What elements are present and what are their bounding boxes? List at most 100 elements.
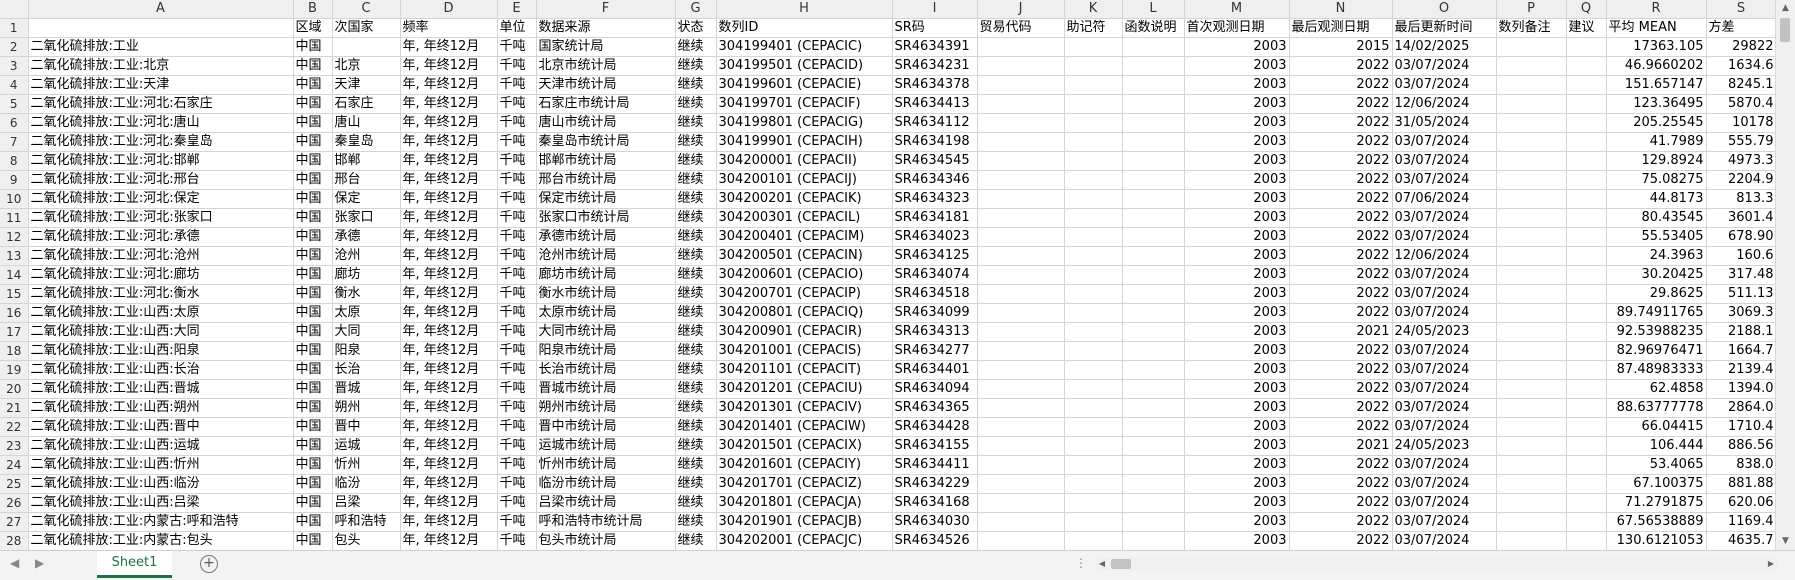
cell-q[interactable] [1566, 170, 1607, 190]
column-header-h[interactable]: H [716, 0, 893, 19]
cell-n[interactable]: 2022 [1289, 208, 1393, 228]
cell-i[interactable]: SR4634112 [892, 113, 978, 133]
cell-d[interactable]: 年, 年终12月 [400, 379, 498, 399]
cell-s[interactable]: 29822 [1706, 37, 1777, 57]
cell-d[interactable]: 年, 年终12月 [400, 56, 498, 76]
cell-c[interactable]: 保定 [332, 189, 401, 209]
cell-q[interactable] [1566, 398, 1607, 418]
cell-h[interactable]: 304200601 (CEPACIO) [716, 265, 893, 285]
cell-f[interactable]: 朔州市统计局 [536, 398, 676, 418]
cell-l[interactable] [1122, 398, 1185, 418]
row-number[interactable]: 17 [0, 322, 29, 342]
scroll-up-arrow-icon[interactable]: ▲ [1776, 0, 1795, 17]
vertical-scrollbar[interactable]: ▲ ▼ [1775, 0, 1795, 550]
cell-c[interactable]: 晋城 [332, 379, 401, 399]
cell-b[interactable]: 中国 [293, 322, 333, 342]
cell-e[interactable]: 千吨 [497, 474, 537, 494]
cell-a[interactable]: 二氧化硫排放:工业 [28, 37, 294, 57]
cell-b[interactable]: 中国 [293, 94, 333, 114]
cell-g[interactable]: 继续 [675, 303, 717, 323]
cell-p[interactable] [1496, 246, 1567, 266]
cell-h[interactable]: 304201301 (CEPACIV) [716, 398, 893, 418]
cell-c[interactable]: 唐山 [332, 113, 401, 133]
cell-f[interactable]: 晋中市统计局 [536, 417, 676, 437]
cell-m[interactable]: 2003 [1184, 170, 1290, 190]
cell-f[interactable]: 长治市统计局 [536, 360, 676, 380]
cell-c[interactable]: 阳泉 [332, 341, 401, 361]
column-header-p[interactable]: P [1496, 0, 1567, 19]
cell-r[interactable]: 29.8625 [1606, 284, 1707, 304]
column-header-i[interactable]: I [892, 0, 978, 19]
row-number[interactable]: 18 [0, 341, 29, 361]
cell-b[interactable]: 中国 [293, 512, 333, 532]
column-header-n[interactable]: N [1289, 0, 1393, 19]
cell-l[interactable] [1122, 37, 1185, 57]
column-header-o[interactable]: O [1392, 0, 1497, 19]
cell-m[interactable]: 2003 [1184, 284, 1290, 304]
cell-f[interactable]: 天津市统计局 [536, 75, 676, 95]
cell-f[interactable]: 呼和浩特市统计局 [536, 512, 676, 532]
cell-a[interactable]: 二氧化硫排放:工业:河北:张家口 [28, 208, 294, 228]
row-number[interactable]: 24 [0, 455, 29, 475]
column-header-m[interactable]: M [1184, 0, 1290, 19]
cell-j[interactable] [977, 341, 1065, 361]
cell-q[interactable] [1566, 455, 1607, 475]
cell-s[interactable]: 10178 [1706, 113, 1777, 133]
cell-q[interactable] [1566, 94, 1607, 114]
cell-o[interactable]: 12/06/2024 [1392, 94, 1497, 114]
cell-f[interactable]: 国家统计局 [536, 37, 676, 57]
cell-l[interactable] [1122, 303, 1185, 323]
cell-p[interactable] [1496, 512, 1567, 532]
cell-o[interactable]: 24/05/2023 [1392, 436, 1497, 456]
row-number[interactable]: 10 [0, 189, 29, 209]
cell-e[interactable]: 千吨 [497, 512, 537, 532]
cell-l[interactable] [1122, 75, 1185, 95]
cell-i[interactable]: SR4634198 [892, 132, 978, 152]
cell-g[interactable]: 继续 [675, 75, 717, 95]
cell-i[interactable]: SR4634428 [892, 417, 978, 437]
cell-k[interactable] [1064, 341, 1123, 361]
cell-s[interactable]: 5870.4 [1706, 94, 1777, 114]
cell-r[interactable]: 205.25545 [1606, 113, 1707, 133]
spreadsheet-grid[interactable]: ABCDEFGHIJKLMNOPQRS 1 区域 次国家 频率 单位 数据来源 状态 数列ID… [0, 0, 1795, 550]
cell-e[interactable]: 千吨 [497, 208, 537, 228]
cell-n[interactable]: 2022 [1289, 170, 1393, 190]
cell-g[interactable]: 继续 [675, 455, 717, 475]
cell-g[interactable]: 继续 [675, 360, 717, 380]
cell-j[interactable] [977, 398, 1065, 418]
cell-a[interactable]: 二氧化硫排放:工业:内蒙古:呼和浩特 [28, 512, 294, 532]
cell-m[interactable]: 2003 [1184, 322, 1290, 342]
cell-f[interactable]: 承德市统计局 [536, 227, 676, 247]
cell-i[interactable]: SR4634365 [892, 398, 978, 418]
cell-s[interactable]: 160.6 [1706, 246, 1777, 266]
cell-o[interactable]: 03/07/2024 [1392, 493, 1497, 513]
cell-k[interactable] [1064, 436, 1123, 456]
cell-q[interactable] [1566, 37, 1607, 57]
cell-c[interactable]: 北京 [332, 56, 401, 76]
row-number[interactable]: 4 [0, 75, 29, 95]
cell-s[interactable]: 1664.7 [1706, 341, 1777, 361]
cell-e[interactable]: 千吨 [497, 113, 537, 133]
cell-g[interactable]: 继续 [675, 113, 717, 133]
cell-g[interactable]: 继续 [675, 436, 717, 456]
cell-g[interactable]: 继续 [675, 208, 717, 228]
header-cell[interactable]: 建议 [1566, 18, 1607, 38]
header-cell[interactable]: 贸易代码 [977, 18, 1065, 38]
cell-g[interactable]: 继续 [675, 151, 717, 171]
cell-g[interactable]: 继续 [675, 227, 717, 247]
cell-d[interactable]: 年, 年终12月 [400, 208, 498, 228]
cell-d[interactable]: 年, 年终12月 [400, 474, 498, 494]
cell-p[interactable] [1496, 474, 1567, 494]
cell-k[interactable] [1064, 493, 1123, 513]
cell-s[interactable]: 511.13 [1706, 284, 1777, 304]
cell-l[interactable] [1122, 436, 1185, 456]
cell-h[interactable]: 304200401 (CEPACIM) [716, 227, 893, 247]
cell-d[interactable]: 年, 年终12月 [400, 113, 498, 133]
cell-n[interactable]: 2022 [1289, 113, 1393, 133]
cell-m[interactable]: 2003 [1184, 94, 1290, 114]
cell-a[interactable]: 二氧化硫排放:工业:河北:衡水 [28, 284, 294, 304]
cell-p[interactable] [1496, 265, 1567, 285]
cell-o[interactable]: 03/07/2024 [1392, 151, 1497, 171]
row-number[interactable]: 16 [0, 303, 29, 323]
cell-f[interactable]: 衡水市统计局 [536, 284, 676, 304]
